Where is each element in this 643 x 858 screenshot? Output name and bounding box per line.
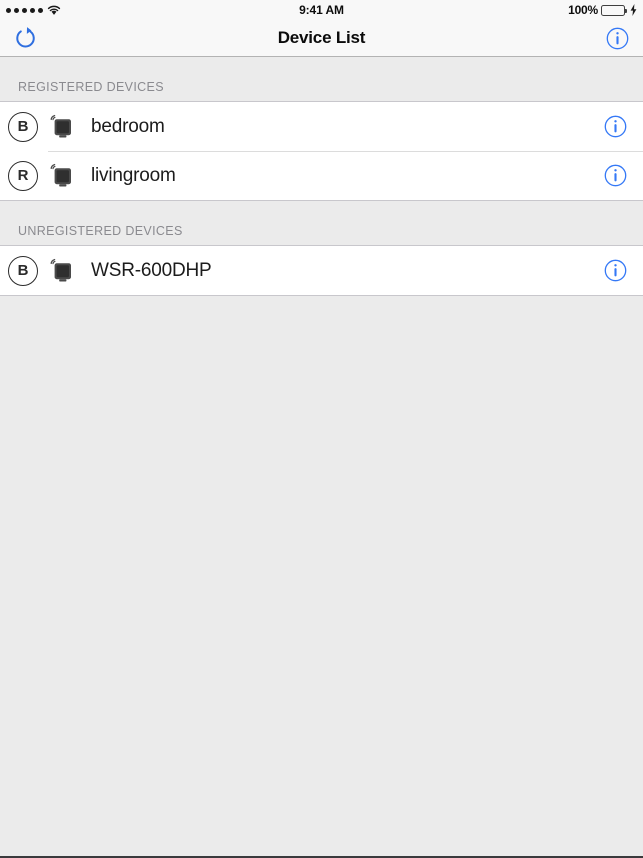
refresh-icon: [16, 26, 35, 47]
info-circle-icon: [604, 259, 627, 282]
device-info-button[interactable]: [604, 164, 627, 187]
info-circle-icon: [604, 115, 627, 138]
router-icon: [50, 258, 71, 281]
battery-icon: [601, 4, 627, 16]
status-bar-right: 100%: [568, 3, 637, 17]
status-bar-left: [6, 5, 61, 16]
refresh-button[interactable]: [14, 26, 37, 51]
section-body-unregistered: B WSR-600DHP: [0, 245, 643, 296]
navigation-bar: Device List: [0, 20, 643, 57]
status-bar: 9:41 AM 100%: [0, 0, 643, 20]
device-list-screen: 9:41 AM 100% Device List REGISTERED DEVI…: [0, 0, 643, 858]
device-list: REGISTERED DEVICES B bedroom R livingroo…: [0, 57, 643, 296]
about-info-button[interactable]: [606, 27, 629, 50]
cellular-signal-icon: [6, 7, 43, 13]
status-bar-clock: 9:41 AM: [299, 3, 344, 17]
device-name: WSR-600DHP: [91, 259, 212, 281]
section-body-registered: B bedroom R livingroom: [0, 101, 643, 201]
section-header-unregistered: UNREGISTERED DEVICES: [0, 201, 643, 245]
device-name: bedroom: [91, 115, 165, 137]
info-circle-icon: [604, 164, 627, 187]
band-badge: R: [8, 160, 38, 191]
bolt-icon: [630, 4, 637, 16]
device-row-bedroom[interactable]: B bedroom: [0, 102, 643, 151]
device-name: livingroom: [91, 164, 176, 186]
wifi-icon: [47, 5, 61, 15]
page-title: Device List: [277, 28, 366, 47]
device-info-button[interactable]: [604, 259, 627, 282]
band-badge: B: [8, 255, 38, 286]
device-row-livingroom[interactable]: R livingroom: [0, 151, 643, 200]
band-badge: B: [8, 111, 38, 142]
device-info-button[interactable]: [604, 115, 627, 138]
section-header-registered: REGISTERED DEVICES: [0, 57, 643, 101]
router-icon: [50, 114, 71, 137]
battery-percentage: 100%: [568, 3, 598, 17]
info-circle-icon: [606, 27, 629, 49]
router-icon: [50, 163, 71, 186]
device-row-wsr-600dhp[interactable]: B WSR-600DHP: [0, 246, 643, 295]
